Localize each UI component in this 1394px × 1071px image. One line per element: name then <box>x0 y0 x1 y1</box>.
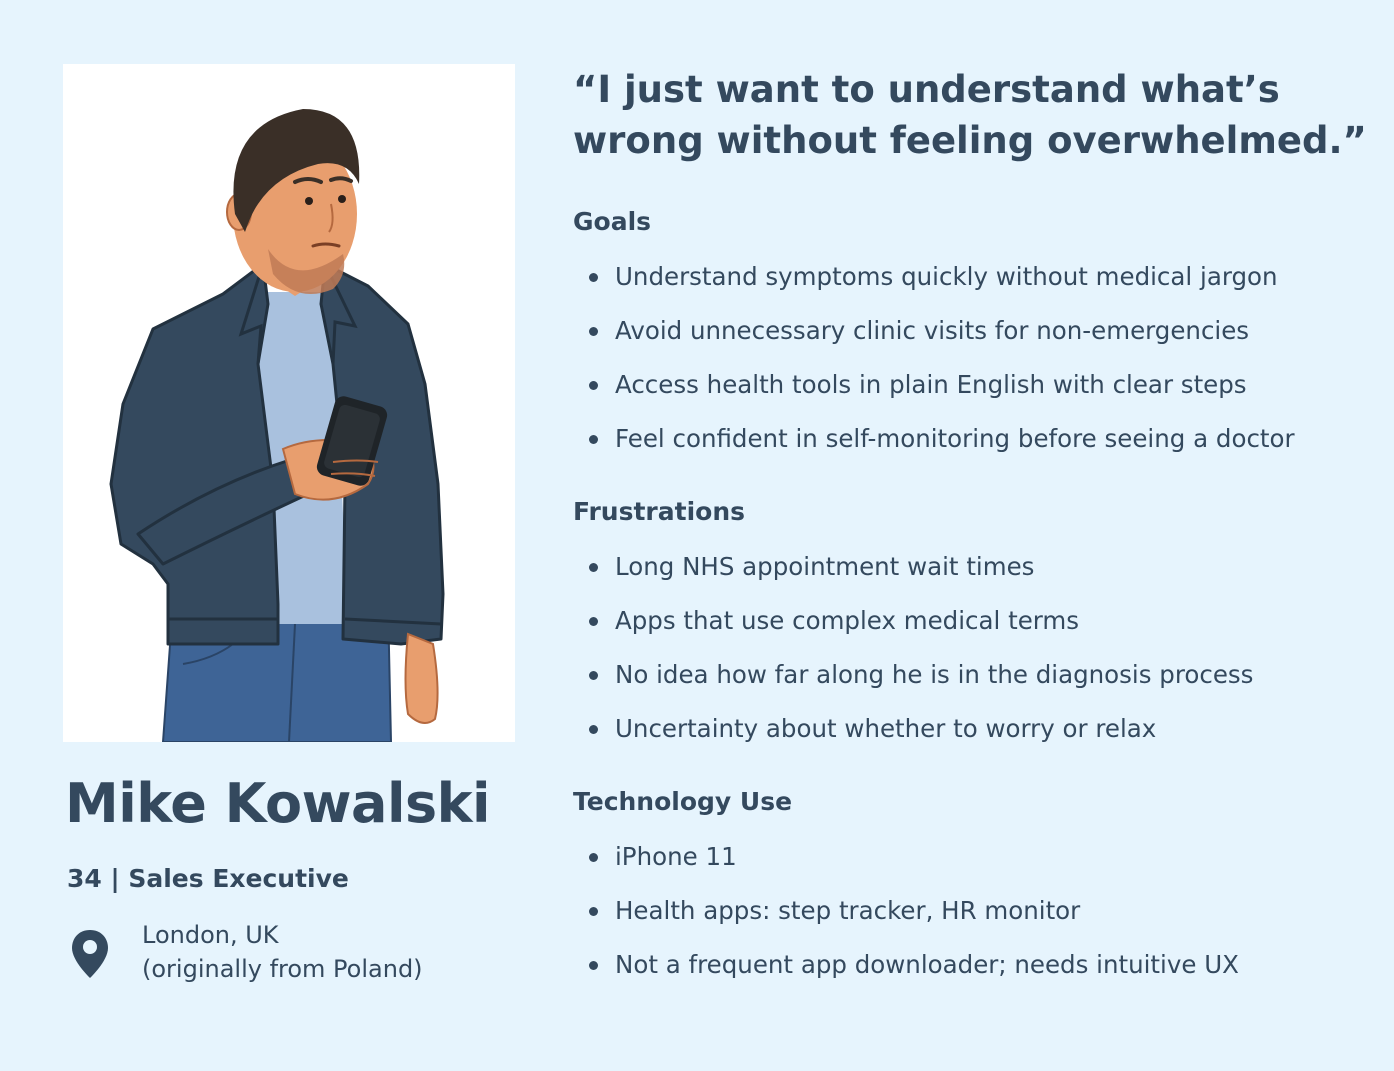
quote-line-1: “I just want to understand what’s <box>573 68 1280 111</box>
bullet-icon <box>589 563 598 572</box>
goal-text: Avoid unnecessary clinic visits for non-… <box>615 316 1250 345</box>
bullet-icon <box>589 671 598 680</box>
goal-text: Access health tools in plain English wit… <box>615 370 1247 399</box>
bullet-icon <box>589 725 598 734</box>
list-item: Access health tools in plain English wit… <box>573 367 1295 421</box>
goals-list: Understand symptoms quickly without medi… <box>573 259 1295 475</box>
list-item: Long NHS appointment wait times <box>573 549 1253 603</box>
technology-text: Not a frequent app downloader; needs int… <box>615 950 1239 979</box>
goal-text: Feel confident in self-monitoring before… <box>615 424 1295 453</box>
list-item: Understand symptoms quickly without medi… <box>573 259 1295 313</box>
technology-heading: Technology Use <box>573 787 793 816</box>
bullet-icon <box>589 853 598 862</box>
bullet-icon <box>589 435 598 444</box>
bullet-icon <box>589 273 598 282</box>
frustration-text: Uncertainty about whether to worry or re… <box>615 714 1157 743</box>
quote-line-2: wrong without feeling overwhelmed.” <box>573 119 1367 162</box>
goal-text: Understand symptoms quickly without medi… <box>615 262 1278 291</box>
frustration-text: Long NHS appointment wait times <box>615 552 1035 581</box>
bullet-icon <box>589 327 598 336</box>
frustration-text: No idea how far along he is in the diagn… <box>615 660 1254 689</box>
technology-list: iPhone 11 Health apps: step tracker, HR … <box>573 839 1239 1001</box>
frustration-text: Apps that use complex medical terms <box>615 606 1080 635</box>
list-item: Feel confident in self-monitoring before… <box>573 421 1295 475</box>
technology-text: Health apps: step tracker, HR monitor <box>615 896 1081 925</box>
persona-illustration <box>63 64 515 742</box>
list-item: iPhone 11 <box>573 839 1239 893</box>
list-item: Avoid unnecessary clinic visits for non-… <box>573 313 1295 367</box>
list-item: Health apps: step tracker, HR monitor <box>573 893 1239 947</box>
list-item: No idea how far along he is in the diagn… <box>573 657 1253 711</box>
goals-heading: Goals <box>573 207 652 236</box>
frustrations-heading: Frustrations <box>573 497 746 526</box>
persona-quote: “I just want to understand what’s wrong … <box>573 64 1373 166</box>
list-item: Apps that use complex medical terms <box>573 603 1253 657</box>
bullet-icon <box>589 961 598 970</box>
list-item: Not a frequent app downloader; needs int… <box>573 947 1239 1001</box>
technology-text: iPhone 11 <box>615 842 737 871</box>
location-city: London, UK <box>142 921 279 949</box>
bullet-icon <box>589 381 598 390</box>
persona-age-role: 34 | Sales Executive <box>67 864 349 893</box>
list-item: Uncertainty about whether to worry or re… <box>573 711 1253 765</box>
man-holding-phone-illustration <box>109 109 445 742</box>
persona-name: Mike Kowalski <box>65 772 491 835</box>
bullet-icon <box>589 907 598 916</box>
persona-location: London, UK (originally from Poland) <box>142 918 423 986</box>
bullet-icon <box>589 617 598 626</box>
location-origin: (originally from Poland) <box>142 955 423 983</box>
map-pin-icon <box>72 930 108 978</box>
frustrations-list: Long NHS appointment wait times Apps tha… <box>573 549 1253 765</box>
